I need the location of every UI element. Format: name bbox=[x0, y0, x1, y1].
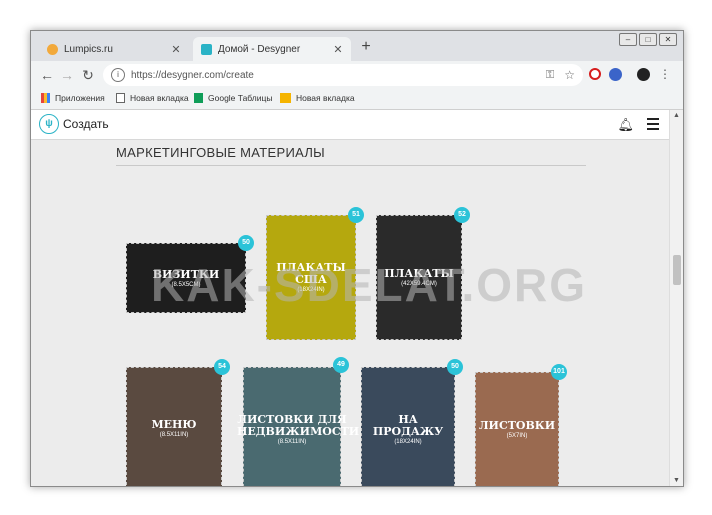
count-badge: 51 bbox=[348, 207, 364, 223]
bookmark-new-tab-2[interactable]: Новая вкладка bbox=[280, 93, 355, 103]
sheets-icon bbox=[194, 93, 203, 103]
address-bar[interactable]: i https://desygner.com/create ⚿ ☆ bbox=[103, 64, 583, 86]
card-size: (18X24IN) bbox=[297, 287, 325, 293]
new-tab-button[interactable]: + bbox=[357, 38, 375, 56]
bell-icon[interactable]: 🔔︎ bbox=[617, 117, 634, 133]
count-badge: 54 bbox=[214, 359, 230, 375]
apps-grid-icon bbox=[41, 93, 50, 103]
desygner-logo-icon[interactable]: ψ bbox=[39, 114, 59, 134]
count-badge: 52 bbox=[454, 207, 470, 223]
card-size: (8.5X5CM) bbox=[171, 281, 201, 288]
bookmark-label: Новая вкладка bbox=[130, 93, 189, 103]
bookmark-star-icon[interactable]: ☆ bbox=[564, 68, 575, 82]
create-title[interactable]: Создать bbox=[63, 117, 109, 131]
card-title: ВИЗИТКИ bbox=[152, 267, 220, 281]
back-arrow-icon[interactable]: ← bbox=[39, 67, 55, 83]
bookmark-label: Новая вкладка bbox=[296, 93, 355, 103]
reload-icon[interactable]: ↻ bbox=[80, 67, 96, 83]
card-size: (8.5X11IN) bbox=[159, 432, 189, 438]
count-badge: 50 bbox=[447, 359, 463, 375]
bookmark-apps[interactable]: Приложения bbox=[41, 93, 105, 103]
browser-window: Lumpics.ru ✕ Домой - Desygner ✕ + – □ ✕ … bbox=[30, 30, 684, 487]
tab-lumpics[interactable]: Lumpics.ru ✕ bbox=[39, 37, 189, 61]
page-scrollbar[interactable]: ▲ ▼ bbox=[669, 110, 683, 486]
tab-title: Lumpics.ru bbox=[64, 43, 113, 55]
vpn-extension-icon[interactable] bbox=[609, 68, 622, 81]
template-card-menu[interactable]: МЕНЮ (8.5X11IN) bbox=[126, 367, 222, 486]
template-card-business-cards[interactable]: ВИЗИТКИ (8.5X5CM) bbox=[126, 243, 246, 313]
template-card-us-posters[interactable]: ПЛАКАТЫ США (18X24IN) bbox=[266, 215, 356, 340]
restore-icon[interactable]: □ bbox=[639, 33, 657, 46]
card-title: ПЛАКАТЫ bbox=[384, 267, 454, 280]
bookmark-new-tab-1[interactable]: Новая вкладка bbox=[116, 93, 189, 103]
page-icon bbox=[116, 93, 125, 103]
image-icon bbox=[280, 93, 291, 103]
app-header: ψ Создать 🔔︎ bbox=[31, 110, 669, 140]
desygner-favicon-icon bbox=[201, 43, 212, 55]
card-size: (8.5X11IN) bbox=[277, 439, 307, 445]
hamburger-menu-icon[interactable] bbox=[647, 118, 659, 133]
card-title: НА ПРОДАЖУ bbox=[372, 413, 444, 438]
template-card-for-sale[interactable]: НА ПРОДАЖУ (18X24IN) bbox=[361, 367, 455, 486]
close-window-icon[interactable]: ✕ bbox=[659, 33, 677, 46]
sun-favicon-icon bbox=[47, 43, 58, 55]
close-icon[interactable]: ✕ bbox=[169, 43, 183, 56]
minimize-icon[interactable]: – bbox=[619, 33, 637, 46]
card-title: МЕНЮ bbox=[151, 418, 197, 431]
window-controls: – □ ✕ bbox=[619, 33, 677, 46]
scroll-up-icon[interactable]: ▲ bbox=[673, 112, 680, 119]
bookmark-label: Google Таблицы bbox=[208, 93, 273, 103]
count-badge: 50 bbox=[238, 235, 254, 251]
browser-menu-icon[interactable]: ⋮ bbox=[659, 67, 671, 81]
info-icon[interactable]: i bbox=[111, 68, 125, 82]
scroll-down-icon[interactable]: ▼ bbox=[673, 477, 680, 484]
url-text[interactable]: https://desygner.com/create bbox=[131, 70, 546, 81]
count-badge: 101 bbox=[551, 364, 567, 380]
card-title: ПЛАКАТЫ США bbox=[276, 261, 346, 286]
section-title: МАРКЕТИНГОВЫЕ МАТЕРИАЛЫ bbox=[116, 145, 325, 160]
bookmark-label: Приложения bbox=[55, 93, 105, 103]
forward-arrow-icon[interactable]: → bbox=[59, 67, 75, 83]
card-size: (5X7IN) bbox=[506, 433, 528, 439]
opera-extension-icon[interactable] bbox=[589, 68, 601, 80]
card-size: (18X24IN) bbox=[394, 439, 422, 445]
template-card-flyers[interactable]: ЛИСТОВКИ (5X7IN) bbox=[475, 372, 559, 486]
tab-title: Домой - Desygner bbox=[218, 43, 301, 55]
count-badge: 49 bbox=[333, 357, 349, 373]
tab-strip: Lumpics.ru ✕ Домой - Desygner ✕ + – □ ✕ bbox=[31, 31, 683, 61]
bookmark-google-sheets[interactable]: Google Таблицы bbox=[194, 93, 272, 103]
section-divider bbox=[116, 165, 586, 166]
card-title: ЛИСТОВКИ bbox=[478, 419, 556, 432]
bookmarks-bar: Приложения Новая вкладка Google Таблицы … bbox=[31, 89, 683, 110]
template-card-posters[interactable]: ПЛАКАТЫ (42X59.4CM) bbox=[376, 215, 462, 340]
browser-toolbar: ← → ↻ i https://desygner.com/create ⚿ ☆ … bbox=[31, 61, 683, 89]
main-content: МАРКЕТИНГОВЫЕ МАТЕРИАЛЫ ВИЗИТКИ (8.5X5CM… bbox=[31, 140, 669, 486]
template-card-real-estate-flyers[interactable]: ЛИСТОВКИ ДЛЯ НЕДВИЖИМОСТИ (8.5X11IN) bbox=[237, 367, 359, 486]
key-icon[interactable]: ⚿ bbox=[546, 69, 554, 82]
profile-avatar[interactable] bbox=[637, 68, 650, 81]
card-size: (42X59.4CM) bbox=[401, 281, 437, 287]
close-icon[interactable]: ✕ bbox=[331, 43, 345, 56]
card-title: ЛИСТОВКИ ДЛЯ НЕДВИЖИМОСТИ bbox=[237, 413, 360, 438]
scrollbar-thumb[interactable] bbox=[673, 255, 681, 285]
tab-desygner[interactable]: Домой - Desygner ✕ bbox=[193, 37, 351, 61]
